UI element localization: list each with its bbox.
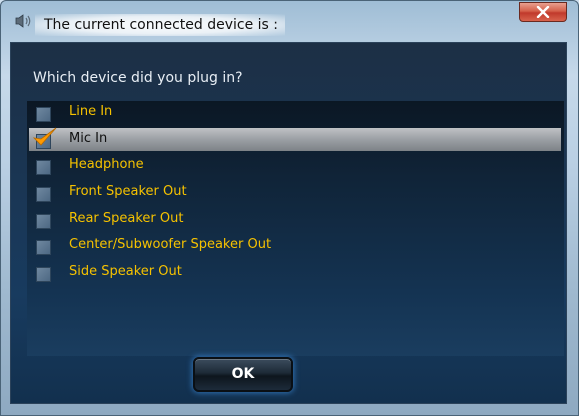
ok-button[interactable]: OK [193, 357, 293, 392]
device-label: Center/Subwoofer Speaker Out [69, 237, 272, 252]
dialog-window: The current connected device is : Which … [0, 0, 579, 416]
device-label: Line In [69, 104, 113, 119]
title-bar[interactable]: The current connected device is : [1, 1, 578, 41]
dialog-body: Which device did you plug in? Line In Mi… [10, 42, 567, 404]
device-label: Side Speaker Out [69, 264, 182, 279]
device-item-front-speaker-out[interactable]: Front Speaker Out [29, 181, 561, 204]
window-title: The current connected device is : [44, 17, 278, 33]
device-label: Rear Speaker Out [69, 211, 184, 226]
close-icon [536, 6, 550, 18]
device-item-headphone[interactable]: Headphone [29, 154, 561, 177]
close-button[interactable] [519, 2, 567, 22]
device-item-center-subwoofer-speaker-out[interactable]: Center/Subwoofer Speaker Out [29, 234, 561, 257]
device-label: Headphone [69, 157, 144, 172]
device-list: Line In Mic In Headphone Front Speaker O… [27, 101, 564, 356]
checkbox[interactable] [36, 240, 51, 255]
device-item-side-speaker-out[interactable]: Side Speaker Out [29, 261, 561, 284]
device-item-mic-in[interactable]: Mic In [29, 127, 561, 151]
device-label: Front Speaker Out [69, 184, 187, 199]
speaker-icon [15, 14, 31, 28]
device-label: Mic In [69, 131, 108, 146]
device-item-rear-speaker-out[interactable]: Rear Speaker Out [29, 208, 561, 231]
checkbox[interactable] [36, 214, 51, 229]
checkbox[interactable] [36, 187, 51, 202]
device-item-line-in[interactable]: Line In [29, 101, 561, 124]
checkbox[interactable] [36, 160, 51, 175]
checkmark-icon [32, 127, 57, 146]
checkbox[interactable] [36, 267, 51, 282]
prompt-text: Which device did you plug in? [33, 70, 243, 86]
checkbox[interactable] [36, 107, 51, 122]
